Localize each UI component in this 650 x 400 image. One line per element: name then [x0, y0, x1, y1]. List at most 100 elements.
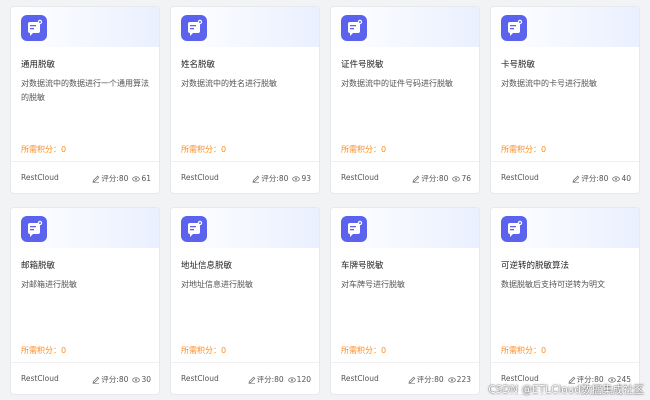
eye-icon [287, 376, 296, 384]
card-divider [491, 362, 639, 363]
plugin-card[interactable]: 地址信息脱敏 对地址信息进行脱敏 所需积分：0 RestCloud 评分:80 … [170, 207, 320, 395]
card-stats: 评分:80 30 [92, 374, 151, 385]
plugin-card[interactable]: 证件号脱敏 对数据流中的证件号码进行脱敏 所需积分：0 RestCloud 评分… [330, 6, 480, 194]
card-header [171, 7, 319, 47]
eye-icon [132, 175, 141, 183]
card-title: 地址信息脱敏 [181, 261, 233, 271]
document-chat-icon [501, 216, 527, 242]
edit-icon [92, 376, 100, 384]
card-rating: 评分:80 [416, 375, 444, 384]
card-description: 对邮箱进行脱敏 [21, 280, 77, 289]
document-chat-icon [21, 15, 47, 41]
eye-icon [132, 376, 141, 384]
edit-icon [407, 376, 416, 384]
plugin-card[interactable]: 可逆转的脱敏算法 数据脱敏后支持可逆转为明文 所需积分：0 RestCloud … [490, 207, 640, 395]
card-title: 姓名脱敏 [181, 60, 216, 70]
card-stats: 评分:80 61 [92, 173, 151, 184]
card-header [491, 208, 639, 248]
card-description: 对车牌号进行脱敏 [341, 280, 405, 289]
card-stats: 评分:80 40 [572, 173, 631, 184]
card-title: 可逆转的脱敏算法 [501, 261, 570, 271]
plugin-card[interactable]: 卡号脱敏 对数据流中的卡号进行脱敏 所需积分：0 RestCloud 评分:80… [490, 6, 640, 194]
eye-icon [292, 175, 301, 183]
card-views: 76 [461, 174, 471, 183]
card-points: 所需积分：0 [21, 145, 67, 154]
card-vendor: RestCloud [181, 374, 219, 383]
edit-icon [92, 175, 100, 183]
watermark: CSDN @ETLCloud数据集成社区 [488, 384, 644, 396]
document-chat-icon [341, 216, 367, 242]
card-header [491, 7, 639, 47]
plugin-card-grid: 通用脱敏 对数据流中的数据进行一个通用算法的脱敏 所需积分：0 RestClou… [10, 6, 640, 395]
edit-icon [412, 175, 420, 183]
plugin-card[interactable]: 邮箱脱敏 对邮箱进行脱敏 所需积分：0 RestCloud 评分:80 30 [10, 207, 160, 395]
card-views: 30 [141, 375, 151, 384]
card-description: 数据脱敏后支持可逆转为明文 [501, 280, 605, 289]
card-rating: 评分:80 [581, 174, 609, 183]
card-header [331, 208, 479, 248]
card-views: 93 [301, 174, 311, 183]
eye-icon [447, 376, 456, 384]
card-divider [11, 362, 159, 363]
card-points: 所需积分：0 [501, 346, 547, 355]
card-views: 61 [141, 174, 151, 183]
card-points: 所需积分：0 [341, 145, 387, 154]
card-divider [331, 362, 479, 363]
card-vendor: RestCloud [341, 374, 379, 383]
card-title: 车牌号脱敏 [341, 261, 384, 271]
card-rating: 评分:80 [101, 174, 129, 183]
card-vendor: RestCloud [181, 173, 219, 182]
edit-icon [252, 175, 260, 183]
card-rating: 评分:80 [256, 375, 284, 384]
edit-icon [247, 376, 256, 384]
card-header [331, 7, 479, 47]
card-title: 通用脱敏 [21, 60, 56, 70]
card-description: 对数据流中的数据进行一个通用算法的脱敏 [21, 79, 149, 102]
edit-icon [572, 175, 580, 183]
card-header [171, 208, 319, 248]
card-vendor: RestCloud [21, 173, 59, 182]
card-views: 223 [456, 375, 471, 384]
card-vendor: RestCloud [341, 173, 379, 182]
card-stats: 评分:80 223 [407, 374, 471, 385]
card-points: 所需积分：0 [21, 346, 67, 355]
document-chat-icon [181, 15, 207, 41]
card-title: 证件号脱敏 [341, 60, 384, 70]
card-divider [331, 161, 479, 162]
eye-icon [612, 175, 621, 183]
card-divider [171, 161, 319, 162]
card-divider [491, 161, 639, 162]
card-description: 对地址信息进行脱敏 [181, 280, 253, 289]
card-points: 所需积分：0 [181, 346, 227, 355]
card-points: 所需积分：0 [501, 145, 547, 154]
card-title: 卡号脱敏 [501, 60, 536, 70]
card-points: 所需积分：0 [181, 145, 227, 154]
card-views: 120 [296, 375, 311, 384]
card-divider [11, 161, 159, 162]
card-title: 邮箱脱敏 [21, 261, 56, 271]
eye-icon [452, 175, 461, 183]
card-header [11, 7, 159, 47]
plugin-card[interactable]: 通用脱敏 对数据流中的数据进行一个通用算法的脱敏 所需积分：0 RestClou… [10, 6, 160, 194]
card-points: 所需积分：0 [341, 346, 387, 355]
plugin-card[interactable]: 姓名脱敏 对数据流中的姓名进行脱敏 所需积分：0 RestCloud 评分:80… [170, 6, 320, 194]
card-rating: 评分:80 [421, 174, 449, 183]
document-chat-icon [501, 15, 527, 41]
card-rating: 评分:80 [101, 375, 129, 384]
card-stats: 评分:80 93 [252, 173, 311, 184]
card-divider [171, 362, 319, 363]
card-vendor: RestCloud [21, 374, 59, 383]
card-views: 40 [621, 174, 631, 183]
card-stats: 评分:80 76 [412, 173, 471, 184]
card-rating: 评分:80 [261, 174, 289, 183]
document-chat-icon [341, 15, 367, 41]
plugin-card[interactable]: 车牌号脱敏 对车牌号进行脱敏 所需积分：0 RestCloud 评分:80 22… [330, 207, 480, 395]
document-chat-icon [181, 216, 207, 242]
card-stats: 评分:80 120 [247, 374, 311, 385]
card-description: 对数据流中的姓名进行脱敏 [181, 79, 277, 88]
card-description: 对数据流中的证件号码进行脱敏 [341, 79, 453, 88]
card-vendor: RestCloud [501, 173, 539, 182]
card-header [11, 208, 159, 248]
card-description: 对数据流中的卡号进行脱敏 [501, 79, 597, 88]
document-chat-icon [21, 216, 47, 242]
